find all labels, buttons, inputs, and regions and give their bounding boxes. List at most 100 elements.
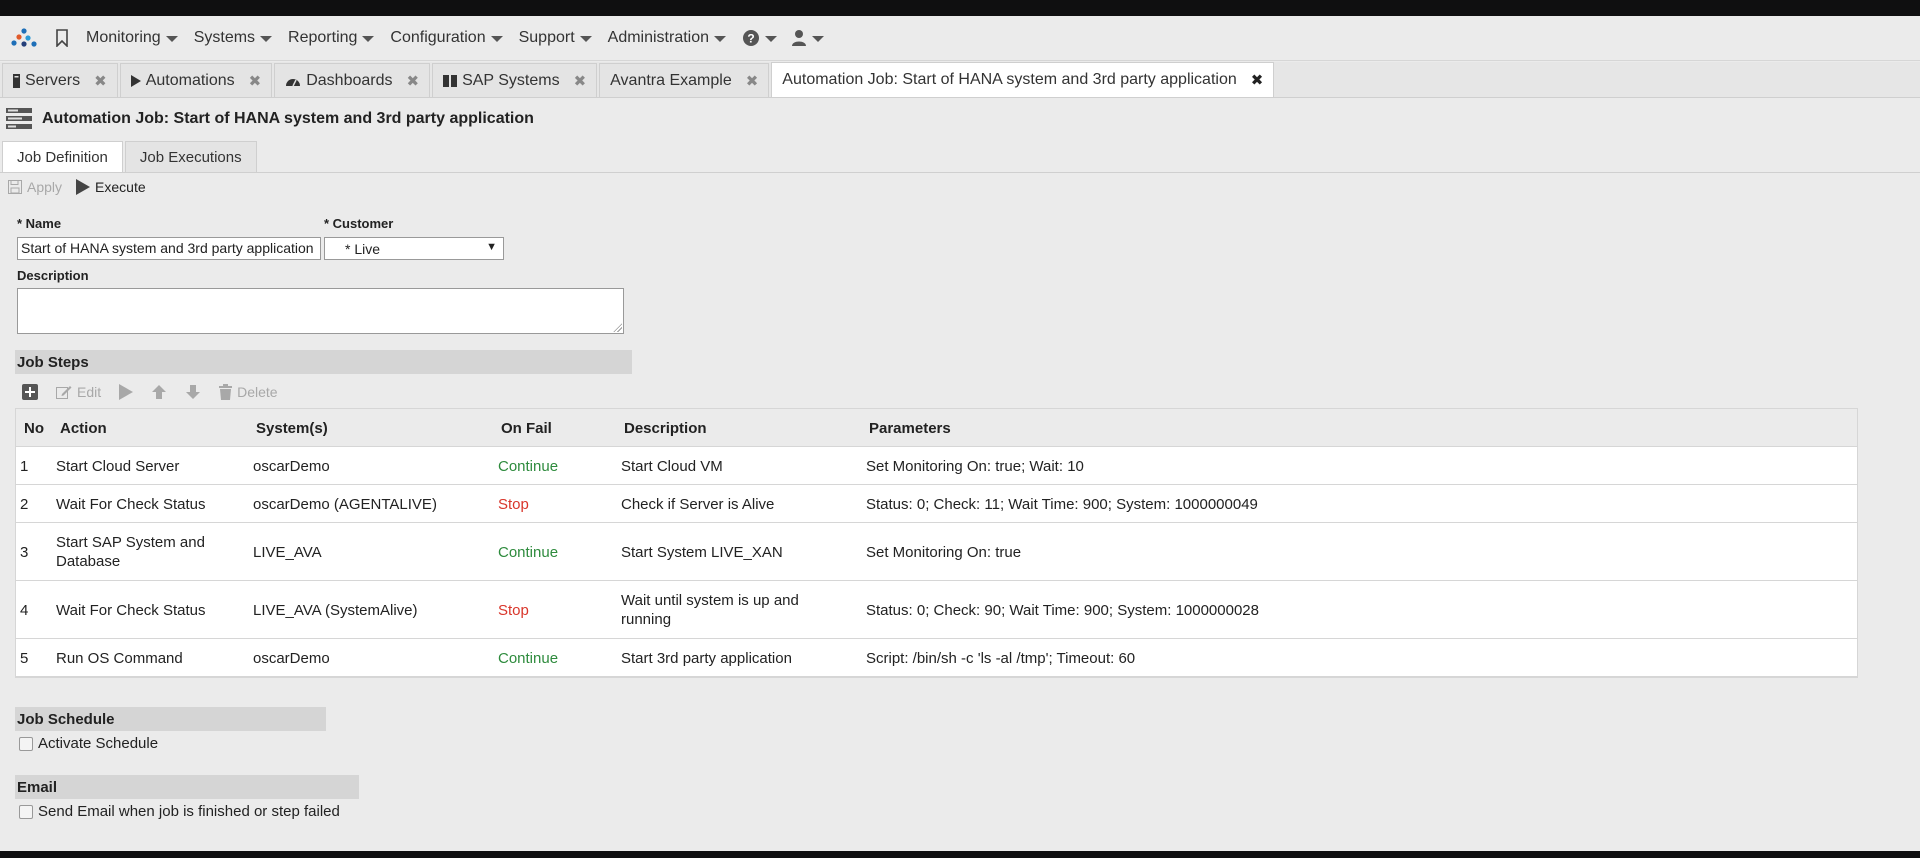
tab-dashboards-label: Dashboards <box>306 71 393 89</box>
close-icon[interactable]: ✖ <box>249 72 262 90</box>
tab-job-definition[interactable]: Job Definition <box>2 141 123 173</box>
step-parameters: Status: 0; Check: 90; Wait Time: 900; Sy… <box>866 601 1259 619</box>
tab-dashboards[interactable]: Dashboards ✖ <box>274 63 431 97</box>
play-icon <box>76 179 91 195</box>
tab-sap-systems-label: SAP Systems <box>462 71 560 89</box>
job-steps-toolbar: Edit Delete <box>22 382 296 402</box>
chevron-down-icon <box>362 36 375 42</box>
move-up-button[interactable] <box>151 384 167 400</box>
user-menu[interactable] <box>791 29 825 47</box>
nav-reporting[interactable]: Reporting <box>288 29 375 47</box>
column-header-description[interactable]: Description <box>624 409 707 447</box>
step-systems: oscarDemo <box>253 457 330 475</box>
chevron-down-icon <box>714 36 727 42</box>
job-schedule-header: Job Schedule <box>15 707 326 731</box>
help-icon: ? <box>743 30 760 46</box>
customer-label: * Customer <box>324 216 394 231</box>
dashboard-icon <box>285 75 301 87</box>
tab-automations-label: Automations <box>145 71 235 89</box>
step-description: Check if Server is Alive <box>621 495 775 513</box>
tab-avantra-example[interactable]: Avantra Example ✖ <box>599 63 770 97</box>
help-menu[interactable]: ? <box>742 29 778 47</box>
chevron-down-icon <box>765 36 778 42</box>
tab-sap-systems[interactable]: SAP Systems ✖ <box>432 63 598 97</box>
resize-handle[interactable] <box>613 323 622 332</box>
step-systems: LIVE_AVA (SystemAlive) <box>253 601 418 619</box>
tab-job-executions[interactable]: Job Executions <box>124 141 257 173</box>
step-systems: oscarDemo <box>253 649 330 667</box>
delete-label: Delete <box>237 384 278 400</box>
tab-automation-job[interactable]: Automation Job: Start of HANA system and… <box>771 62 1275 97</box>
close-icon[interactable]: ✖ <box>574 72 587 90</box>
step-on-fail: Stop <box>498 495 529 513</box>
close-icon[interactable]: ✖ <box>94 72 107 90</box>
step-parameters: Set Monitoring On: true <box>866 543 1022 561</box>
name-input[interactable]: Start of HANA system and 3rd party appli… <box>17 237 321 260</box>
sap-system-icon <box>443 74 458 88</box>
execute-button[interactable]: Execute <box>76 179 146 195</box>
delete-step-button[interactable]: Delete <box>219 384 278 400</box>
play-icon <box>119 384 134 400</box>
nav-administration[interactable]: Administration <box>608 29 727 47</box>
nav-support-label: Support <box>518 29 575 46</box>
nav-systems-label: Systems <box>193 29 256 46</box>
window-top-bar <box>0 0 1920 16</box>
step-description: Start System LIVE_XAN <box>621 543 783 561</box>
step-systems: LIVE_AVA <box>253 543 322 561</box>
nav-support[interactable]: Support <box>519 29 592 47</box>
column-header-systems[interactable]: System(s) <box>256 409 328 447</box>
add-step-button[interactable] <box>22 384 38 400</box>
nav-configuration-label: Configuration <box>390 29 486 46</box>
close-icon[interactable]: ✖ <box>746 72 759 90</box>
step-action: Wait For Check Status <box>56 601 206 619</box>
close-icon[interactable]: ✖ <box>1251 71 1264 89</box>
run-step-button[interactable] <box>119 384 134 400</box>
activate-schedule-row[interactable]: Activate Schedule <box>19 735 158 752</box>
nav-systems[interactable]: Systems <box>193 29 273 47</box>
nav-monitoring-label: Monitoring <box>86 29 161 46</box>
step-action: Start Cloud Server <box>56 457 180 475</box>
send-email-row[interactable]: Send Email when job is finished or step … <box>19 803 340 820</box>
edit-step-button[interactable]: Edit <box>56 384 101 400</box>
send-email-checkbox[interactable] <box>19 804 33 819</box>
step-action: Start SAP System and Database <box>56 534 205 570</box>
column-header-action[interactable]: Action <box>60 409 107 447</box>
nav-configuration[interactable]: Configuration <box>390 29 503 47</box>
chevron-down-icon <box>490 36 503 42</box>
tab-servers[interactable]: Servers ✖ <box>2 63 118 97</box>
customer-select[interactable]: * Live ▼ <box>324 237 504 260</box>
column-header-on-fail[interactable]: On Fail <box>501 409 552 447</box>
step-description: Wait until system is up and running <box>621 592 799 628</box>
window-bottom-bar <box>0 851 1920 858</box>
step-no: 5 <box>20 649 29 667</box>
step-on-fail: Continue <box>498 649 559 667</box>
close-icon[interactable]: ✖ <box>407 72 420 90</box>
step-no: 1 <box>20 457 29 475</box>
send-email-label: Send Email when job is finished or step … <box>38 803 340 820</box>
move-down-button[interactable] <box>185 384 201 400</box>
description-textarea[interactable] <box>17 288 624 334</box>
description-label: Description <box>17 268 89 283</box>
tab-avantra-example-label: Avantra Example <box>610 71 732 89</box>
bookmark-icon[interactable] <box>50 25 74 51</box>
chevron-down-icon <box>260 36 273 42</box>
page-heading: Automation Job: Start of HANA system and… <box>6 104 534 134</box>
column-header-no[interactable]: No <box>24 409 44 447</box>
apply-button[interactable]: Apply <box>8 179 62 195</box>
step-systems: oscarDemo (AGENTALIVE) <box>253 495 437 513</box>
step-action: Run OS Command <box>56 649 183 667</box>
tab-automations[interactable]: Automations ✖ <box>119 63 273 97</box>
step-on-fail: Continue <box>498 543 559 561</box>
step-action: Wait For Check Status <box>56 495 206 513</box>
dropdown-arrow-icon: ▼ <box>486 241 497 253</box>
step-description: Start 3rd party application <box>621 649 792 667</box>
app-logo[interactable] <box>10 23 44 53</box>
nav-monitoring[interactable]: Monitoring <box>86 29 178 47</box>
edit-icon <box>56 384 72 400</box>
activate-schedule-checkbox[interactable] <box>19 736 33 751</box>
column-header-parameters[interactable]: Parameters <box>869 409 951 447</box>
tab-servers-label: Servers <box>25 71 81 89</box>
workspace-tabs: Servers ✖ Automations ✖ Dashboards ✖ SAP… <box>0 62 1920 98</box>
subtab-divider <box>0 172 1920 173</box>
execute-label: Execute <box>95 179 146 195</box>
